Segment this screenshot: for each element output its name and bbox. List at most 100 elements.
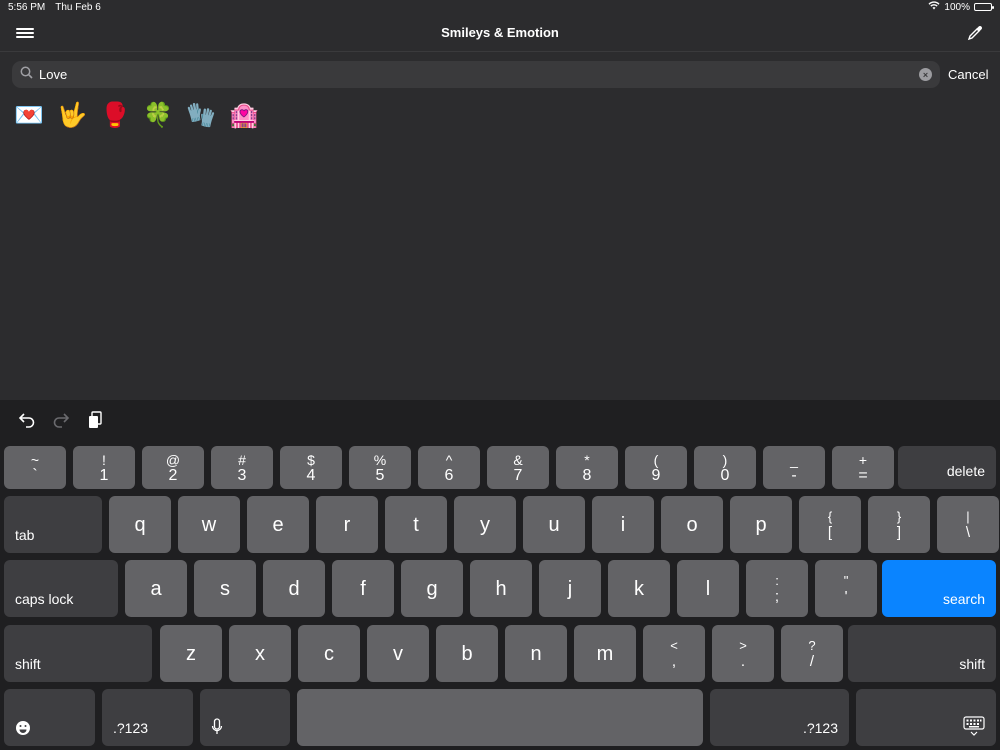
key-l[interactable]: l <box>677 560 739 617</box>
hide-keyboard-key[interactable] <box>856 689 996 746</box>
key-symbol-q-1[interactable]: }] <box>868 496 930 553</box>
battery-icon <box>974 3 994 11</box>
key-7[interactable]: & 7 <box>487 446 549 489</box>
key-s[interactable]: s <box>194 560 256 617</box>
key-1[interactable]: ! 1 <box>73 446 135 489</box>
key-symbol-a-1-shift-label: " <box>843 572 849 588</box>
menu-icon[interactable] <box>16 26 34 40</box>
key-p[interactable]: p <box>730 496 792 553</box>
key-4[interactable]: $4 <box>280 446 342 489</box>
space-key[interactable] <box>297 689 703 746</box>
key-backtick[interactable]: ~ ` <box>4 446 66 489</box>
emoji-key[interactable] <box>4 689 95 746</box>
key-e-label: e <box>272 513 284 536</box>
key-0-shift-label: ) <box>722 451 728 468</box>
clear-search-icon[interactable]: × <box>919 68 932 81</box>
key-x[interactable]: x <box>229 625 291 682</box>
color-picker-icon[interactable] <box>966 24 984 42</box>
key-2[interactable]: @2 <box>142 446 204 489</box>
boxing-glove-icon[interactable]: 🥊 <box>100 100 130 130</box>
shift-left-key[interactable]: shift <box>4 625 152 682</box>
key-symbol-q-1-label: ] <box>896 523 902 541</box>
key-0[interactable]: ) 0 <box>694 446 756 489</box>
key-m[interactable]: m <box>574 625 636 682</box>
key-j-label: j <box>567 577 573 600</box>
key-h[interactable]: h <box>470 560 532 617</box>
love-hotel-icon[interactable]: 🏩 <box>229 100 259 130</box>
redo-icon[interactable] <box>51 410 71 430</box>
key-n[interactable]: n <box>505 625 567 682</box>
key-symbol-q-2[interactable]: | \ <box>937 496 999 553</box>
key--[interactable]: _ - <box>763 446 825 489</box>
key-b-label: b <box>461 642 473 665</box>
tab-key[interactable]: tab <box>4 496 102 553</box>
hide-keyboard-icon <box>963 716 985 736</box>
key-5[interactable]: % 5 <box>349 446 411 489</box>
key-j[interactable]: j <box>539 560 601 617</box>
key-d[interactable]: d <box>263 560 325 617</box>
key-symbol-a-1[interactable]: " ' <box>815 560 877 617</box>
key-z[interactable]: z <box>160 625 222 682</box>
search-row: × Cancel <box>12 61 990 88</box>
key-a[interactable]: a <box>125 560 187 617</box>
key-l-label: l <box>705 577 711 600</box>
gloves-icon[interactable]: 🧤 <box>186 100 216 130</box>
key-=[interactable]: + = <box>832 446 894 489</box>
key-g-label: g <box>426 577 438 600</box>
key-q[interactable]: q <box>109 496 171 553</box>
numbers-right-key[interactable]: .?123 <box>710 689 849 746</box>
key-c-label: c <box>324 642 334 665</box>
key-symbol-a-0[interactable]: :; <box>746 560 808 617</box>
key-symbol-z-1[interactable]: >. <box>712 625 774 682</box>
key-m-label: m <box>596 642 614 665</box>
key-8[interactable]: * 8 <box>556 446 618 489</box>
key-o[interactable]: o <box>661 496 723 553</box>
key-w-label: w <box>201 513 217 536</box>
key-y[interactable]: y <box>454 496 516 553</box>
key-b[interactable]: b <box>436 625 498 682</box>
caps-lock-key[interactable]: caps lock <box>4 560 118 617</box>
numbers-left-key[interactable]: .?123 <box>102 689 193 746</box>
key-k[interactable]: k <box>608 560 670 617</box>
key-symbol-z-0[interactable]: <, <box>643 625 705 682</box>
key-i-label: i <box>620 513 626 536</box>
search-input[interactable] <box>39 67 919 82</box>
key-r[interactable]: r <box>316 496 378 553</box>
key-3[interactable]: #3 <box>211 446 273 489</box>
search-field[interactable]: × <box>12 61 940 88</box>
key-symbol-z-1-label: . <box>740 652 746 670</box>
key-f[interactable]: f <box>332 560 394 617</box>
key-w[interactable]: w <box>178 496 240 553</box>
key-g[interactable]: g <box>401 560 463 617</box>
key-symbol-z-2[interactable]: ? / <box>781 625 843 682</box>
undo-icon[interactable] <box>17 410 37 430</box>
love-letter-icon[interactable]: 💌 <box>14 100 44 130</box>
search-key[interactable]: search <box>882 560 996 617</box>
key-symbol-q-0-label: [ <box>827 523 833 541</box>
key-s-label: s <box>220 577 230 600</box>
key-symbol-z-1-shift-label: > <box>739 637 747 653</box>
key-u[interactable]: u <box>523 496 585 553</box>
cancel-button[interactable]: Cancel <box>948 67 988 82</box>
key-i[interactable]: i <box>592 496 654 553</box>
key-e[interactable]: e <box>247 496 309 553</box>
key-t[interactable]: t <box>385 496 447 553</box>
four-leaf-clover-icon[interactable]: 🍀 <box>143 100 173 130</box>
key-6[interactable]: ^ 6 <box>418 446 480 489</box>
key-4-label: 4 <box>306 466 316 484</box>
paste-icon[interactable] <box>85 410 105 430</box>
key-5-shift-label: % <box>373 451 387 468</box>
key-1-shift-label: ! <box>102 451 106 468</box>
key-9[interactable]: (9 <box>625 446 687 489</box>
key-q-label: q <box>134 513 146 536</box>
key-2-shift-label: @ <box>165 451 181 468</box>
key-symbol-q-0[interactable]: {[ <box>799 496 861 553</box>
dictation-key[interactable] <box>200 689 290 746</box>
key-a-label: a <box>150 577 162 600</box>
shift-right-key[interactable]: shift <box>848 625 996 682</box>
delete-key[interactable]: delete <box>898 446 996 489</box>
love-you-gesture-icon[interactable]: 🤟 <box>57 100 87 130</box>
key-v[interactable]: v <box>367 625 429 682</box>
key-c[interactable]: c <box>298 625 360 682</box>
key-symbol-a-1-label: ' <box>844 587 848 605</box>
